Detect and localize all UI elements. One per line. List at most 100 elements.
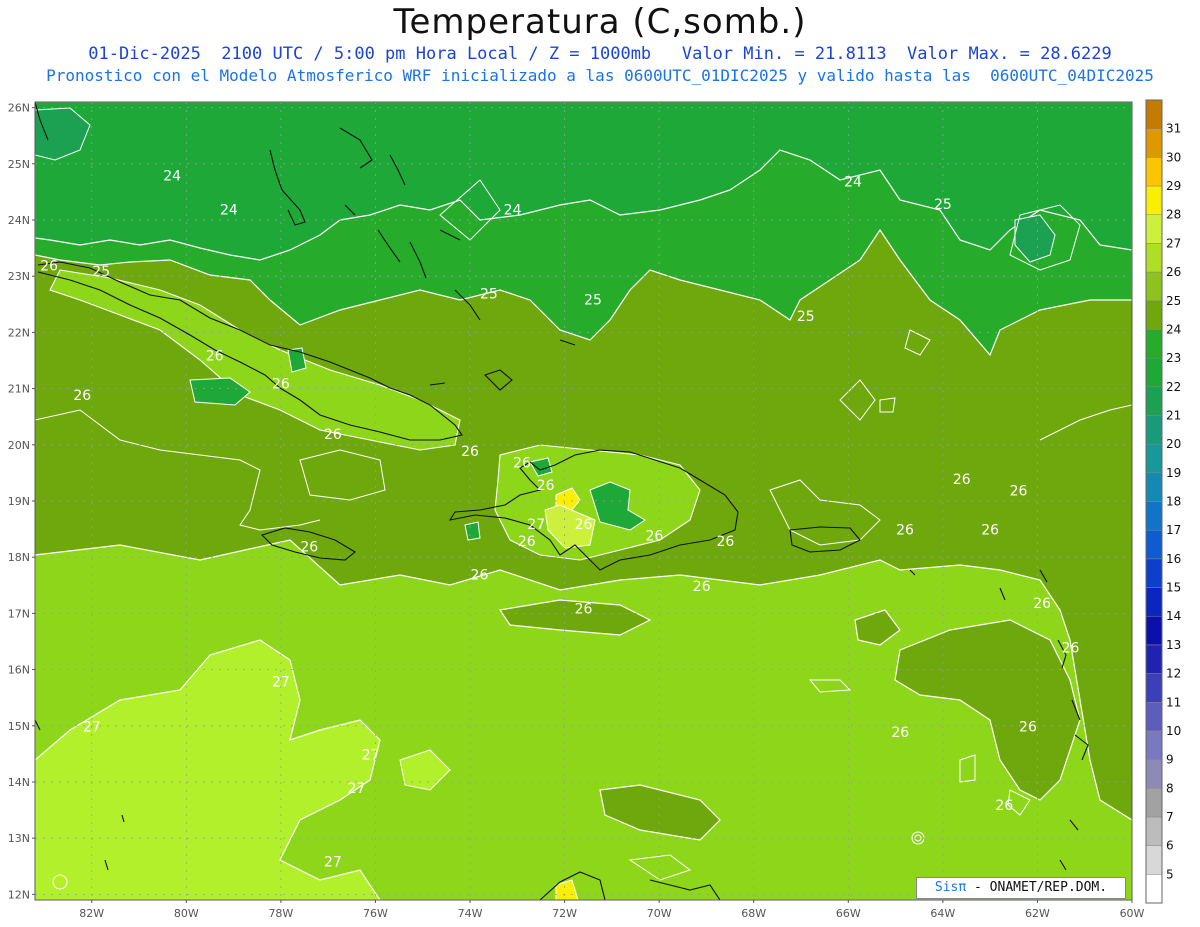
lon-tick-label: 82W <box>79 907 104 920</box>
lat-tick-label: 20N <box>8 439 30 452</box>
contour-label: 25 <box>797 309 815 325</box>
colorbar-label: 24 <box>1166 322 1181 336</box>
lon-tick-label: 66W <box>836 907 861 920</box>
contour-label: 24 <box>844 174 862 190</box>
colorbar-swatch <box>1145 874 1163 904</box>
lat-tick-label: 23N <box>8 270 30 283</box>
credit-text: - ONAMET/REP.DOM. <box>966 880 1108 895</box>
contour-label: 26 <box>471 568 489 584</box>
colorbar-swatch <box>1145 472 1163 502</box>
colorbar-swatch <box>1145 816 1163 846</box>
colorbar-label: 23 <box>1166 351 1181 365</box>
colorbar-swatch <box>1145 443 1163 474</box>
credit-brand: Sisπ <box>934 880 967 895</box>
colorbar-swatch <box>1145 357 1163 388</box>
colorbar-label: 27 <box>1166 236 1181 250</box>
colorbar-label: 7 <box>1166 810 1174 824</box>
colorbar-swatch <box>1145 157 1163 187</box>
contour-label: 26 <box>518 534 536 550</box>
colorbar-swatch <box>1145 673 1163 703</box>
contour-label: 26 <box>1033 596 1051 612</box>
contour-label: 24 <box>163 169 181 185</box>
contour-label: 26 <box>40 259 58 275</box>
colorbar-swatch <box>1145 214 1163 244</box>
lon-tick-label: 68W <box>741 907 766 920</box>
contour-label: 26 <box>272 377 290 393</box>
field-24-hisp-3 <box>464 521 481 541</box>
contour-label: 27 <box>362 748 380 764</box>
lat-tick-label: 16N <box>8 664 30 677</box>
contour-label: 26 <box>73 388 91 404</box>
contour-label: 26 <box>575 601 593 617</box>
contour-label: 26 <box>953 472 971 488</box>
lat-tick-label: 12N <box>8 888 30 901</box>
colorbar-swatch <box>1145 615 1163 646</box>
credit-box: Sisπ - ONAMET/REP.DOM. <box>916 877 1126 899</box>
contour-label: 26 <box>693 579 711 595</box>
colorbar-swatch <box>1145 185 1163 215</box>
lat-tick-label: 22N <box>8 326 30 339</box>
contour-label: 26 <box>461 444 479 460</box>
colorbar-label: 29 <box>1166 179 1181 193</box>
colorbar-swatch <box>1145 730 1163 760</box>
contour-label: 26 <box>981 523 999 539</box>
colorbar-label: 15 <box>1166 581 1181 595</box>
colorbar-swatch <box>1145 845 1163 875</box>
colorbar-label: 19 <box>1166 466 1181 480</box>
colorbar-swatch <box>1145 243 1163 273</box>
lon-tick-label: 72W <box>552 907 577 920</box>
lon-tick-label: 64W <box>930 907 955 920</box>
map-field: 24 24 24 24 25 25 25 25 25 26 26 26 26 26 26 26 26 26 26 26… <box>35 102 1132 900</box>
colorbar-swatch <box>1145 788 1163 818</box>
colorbar-label: 13 <box>1166 638 1181 652</box>
colorbar-label: 8 <box>1166 781 1174 795</box>
contour-label: 26 <box>646 528 664 544</box>
contour-label: 26 <box>1062 641 1080 657</box>
contour-label: 27 <box>527 517 545 533</box>
colorbar-label: 22 <box>1166 380 1181 394</box>
contour-label: 26 <box>891 725 909 741</box>
colorbar-label: 26 <box>1166 265 1181 279</box>
colorbar-label: 21 <box>1166 408 1181 422</box>
contour-label: 27 <box>272 674 290 690</box>
contour-label: 26 <box>716 534 734 550</box>
contour-label: 26 <box>995 798 1013 814</box>
contour-label: 26 <box>300 540 318 556</box>
contour-label: 26 <box>324 427 342 443</box>
contour-label: 24 <box>504 202 522 218</box>
lon-tick-label: 60W <box>1120 907 1145 920</box>
contour-label: 27 <box>324 854 342 870</box>
colorbar-label: 17 <box>1166 523 1181 537</box>
colorbar-swatch <box>1145 587 1163 617</box>
colorbar-swatch <box>1145 99 1163 129</box>
lat-tick-label: 24N <box>8 214 30 227</box>
lon-tick-label: 70W <box>647 907 672 920</box>
lon-tick-label: 78W <box>268 907 293 920</box>
contour-label: 26 <box>1019 719 1037 735</box>
colorbar-swatch <box>1145 128 1163 158</box>
colorbar-label: 16 <box>1166 552 1181 566</box>
contour-label: 25 <box>92 264 110 280</box>
colorbar-swatch <box>1145 271 1163 302</box>
contour-label: 25 <box>480 287 498 303</box>
lat-tick-label: 13N <box>8 832 30 845</box>
colorbar-label: 25 <box>1166 294 1181 308</box>
lat-tick-label: 26N <box>8 102 30 115</box>
contour-label: 27 <box>83 719 101 735</box>
lat-tick-label: 21N <box>8 383 30 396</box>
colorbar-label: 12 <box>1166 667 1181 681</box>
temperature-map: 24 24 24 24 25 25 25 25 25 26 26 26 26 26 26 26 26 26 26 26… <box>8 99 1181 920</box>
colorbar-label: 18 <box>1166 495 1181 509</box>
contour-label: 26 <box>537 478 555 494</box>
colorbar-swatch <box>1145 759 1163 789</box>
lat-tick-label: 14N <box>8 776 30 789</box>
contour-label: 26 <box>513 455 531 471</box>
contour-label: 26 <box>206 349 224 365</box>
colorbar-swatch <box>1145 329 1163 359</box>
colorbar-label: 10 <box>1166 724 1181 738</box>
lat-tick-label: 18N <box>8 551 30 564</box>
colorbar-label: 5 <box>1166 867 1174 881</box>
colorbar-label: 20 <box>1166 437 1181 451</box>
colorbar-swatch <box>1145 644 1163 674</box>
lon-tick-label: 76W <box>363 907 388 920</box>
